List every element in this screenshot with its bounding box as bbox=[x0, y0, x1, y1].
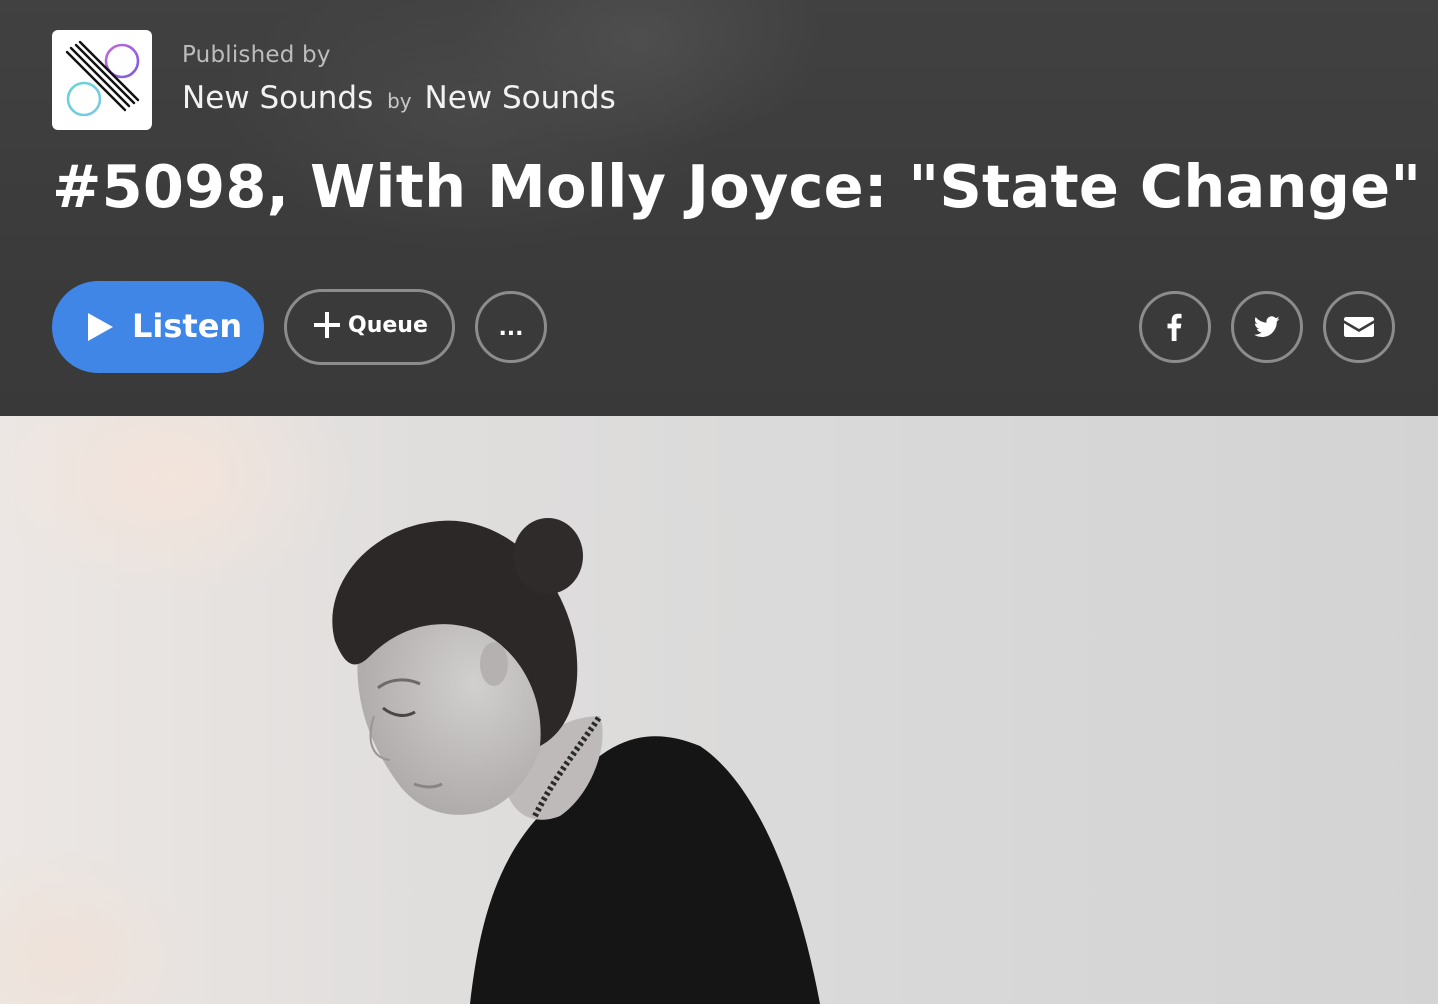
published-by-label: Published by bbox=[182, 42, 331, 68]
share-twitter-button[interactable] bbox=[1231, 291, 1303, 363]
more-options-button[interactable]: ... bbox=[475, 291, 547, 363]
listen-label: Listen bbox=[132, 307, 243, 345]
play-icon bbox=[88, 313, 113, 341]
episode-title: #5098, With Molly Joyce: "State Change" bbox=[52, 152, 1422, 221]
byline: New Sounds by New Sounds bbox=[182, 80, 616, 116]
more-options-label: ... bbox=[498, 316, 524, 341]
twitter-icon bbox=[1254, 316, 1280, 337]
share-facebook-button[interactable] bbox=[1139, 291, 1211, 363]
listen-button[interactable]: Listen bbox=[52, 281, 264, 373]
email-icon bbox=[1344, 317, 1374, 337]
show-name-link[interactable]: New Sounds bbox=[182, 80, 373, 116]
episode-header: Published by New Sounds by New Sounds #5… bbox=[0, 0, 1438, 416]
artist-photo bbox=[332, 518, 820, 1004]
queue-button[interactable]: Queue bbox=[284, 289, 455, 365]
episode-hero-image bbox=[0, 416, 1438, 1004]
by-word: by bbox=[387, 89, 412, 113]
publisher-name-link[interactable]: New Sounds bbox=[425, 80, 616, 116]
show-logo[interactable] bbox=[52, 30, 152, 130]
facebook-icon bbox=[1167, 313, 1182, 341]
queue-label: Queue bbox=[348, 313, 428, 338]
plus-icon bbox=[314, 312, 340, 338]
share-email-button[interactable] bbox=[1323, 291, 1395, 363]
new-sounds-logo-icon bbox=[65, 40, 140, 117]
